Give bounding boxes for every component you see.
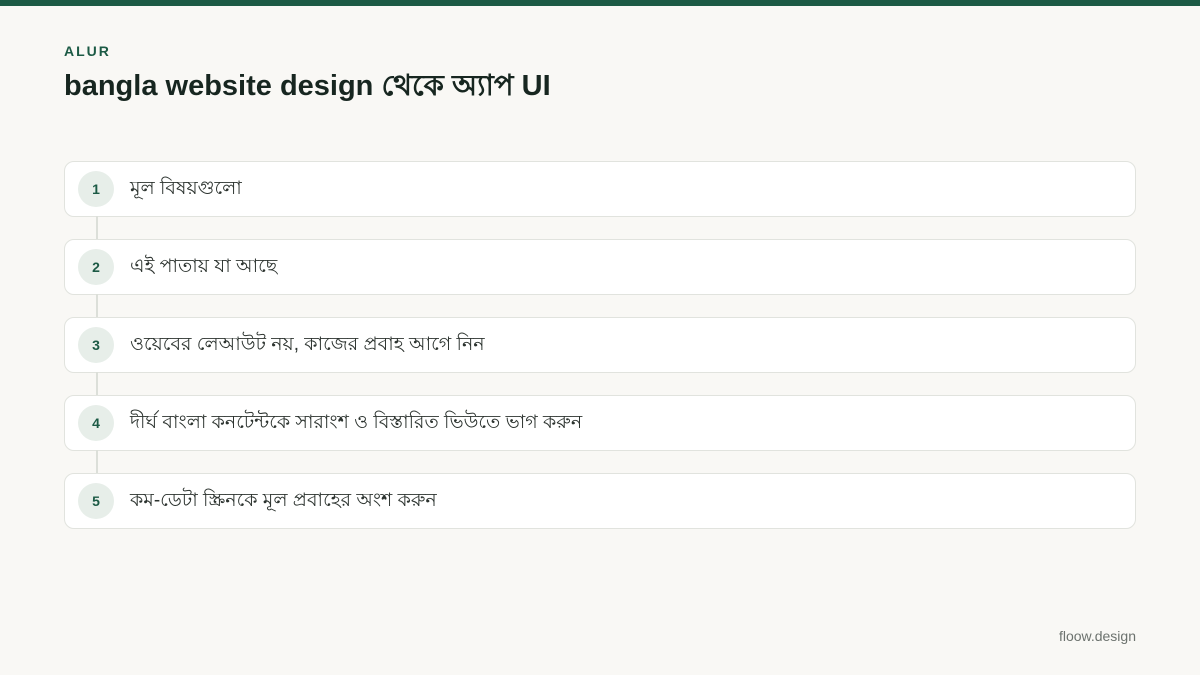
step-number-badge: 1 [78,171,114,207]
step-connector [96,450,98,474]
step-number-badge: 4 [78,405,114,441]
page-title: bangla website design থেকে অ্যাপ UI [64,70,551,102]
step-connector [96,216,98,240]
step-item-5: 5 কম-ডেটা স্ক্রিনকে মূল প্রবাহের অংশ করু… [64,473,1136,529]
footer-brand: floow.design [1058,628,1136,644]
step-item-1: 1 মূল বিষয়গুলো [64,161,1136,240]
step-label: দীর্ঘ বাংলা কনটেন্টকে সারাংশ ও বিস্তারিত… [130,412,583,433]
steps-list: 1 মূল বিষয়গুলো 2 এই পাতায় যা আছে 3 ওয়… [64,161,1136,551]
step-label: ওয়েবের লেআউট নয়, কাজের প্রবাহ আগে নিন [130,334,485,355]
top-accent-bar [0,0,1200,6]
step-number-badge: 2 [78,249,114,285]
step-label: মূল বিষয়গুলো [130,178,242,199]
step-connector [96,294,98,318]
step-number-badge: 5 [78,483,114,519]
step-item-3: 3 ওয়েবের লেআউট নয়, কাজের প্রবাহ আগে নি… [64,317,1136,396]
step-label: কম-ডেটা স্ক্রিনকে মূল প্রবাহের অংশ করুন [130,490,437,511]
step-item-4: 4 দীর্ঘ বাংলা কনটেন্টকে সারাংশ ও বিস্তার… [64,395,1136,474]
step-item-2: 2 এই পাতায় যা আছে [64,239,1136,318]
section-eyebrow: ALUR [64,43,111,59]
step-connector [96,372,98,396]
step-label: এই পাতায় যা আছে [130,256,278,277]
step-number-badge: 3 [78,327,114,363]
